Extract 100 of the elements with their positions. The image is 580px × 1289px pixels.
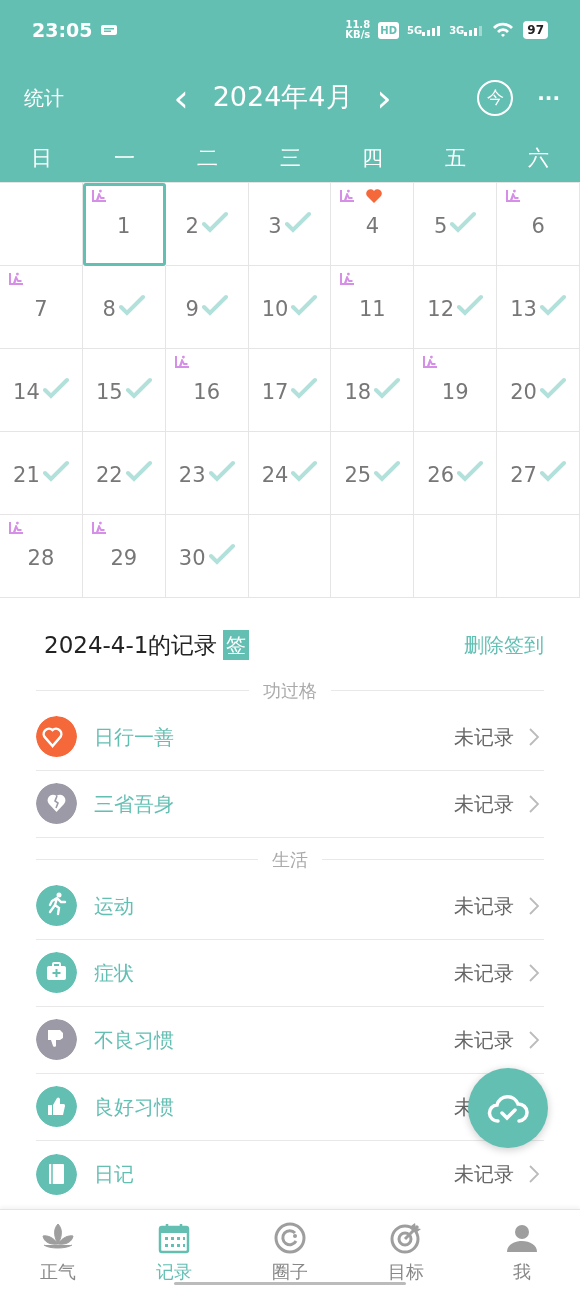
chevron-icon[interactable] (528, 726, 540, 747)
calendar-day[interactable]: 1 (82, 183, 166, 266)
calendar-day[interactable]: 17 (248, 349, 332, 432)
figure-icon (7, 520, 25, 536)
figure-icon (504, 188, 523, 204)
circle-icon (272, 1220, 308, 1256)
row-status: 未记录 (454, 723, 515, 751)
record-title: 2024-4-1的记录 (44, 631, 218, 660)
section-divider-label: 生活 (36, 845, 544, 873)
check-icon (450, 211, 477, 235)
calendar-day[interactable]: 26 (414, 432, 498, 515)
sign-badge: 签 (223, 630, 250, 661)
calendar-day[interactable]: 25 (331, 432, 415, 515)
network-speed-unit: KB/s (345, 30, 371, 40)
check-icon (125, 377, 152, 401)
signal-icon (464, 24, 484, 36)
calendar-day[interactable]: 18 (331, 349, 415, 432)
calendar-day[interactable]: 16 (165, 349, 249, 432)
chevron-icon[interactable] (528, 1164, 540, 1184)
calendar-day[interactable]: 21 (0, 432, 83, 515)
calendar-day[interactable]: 22 (82, 432, 166, 515)
calendar-day[interactable]: 13 (497, 266, 580, 349)
calendar-day[interactable]: 4 (331, 183, 415, 266)
figure-icon (89, 188, 108, 204)
hd-badge: HD (378, 21, 399, 39)
check-icon (291, 460, 318, 484)
nav-tab[interactable]: 圈子 (232, 1210, 348, 1289)
nav-tab[interactable]: 我 (464, 1210, 580, 1289)
calendar-day[interactable]: 9 (165, 266, 249, 349)
row-status: 未记录 (454, 1026, 515, 1054)
row-label: 症状 (94, 959, 134, 987)
calendar-day[interactable]: 7 (0, 266, 83, 349)
calendar-day[interactable]: 15 (82, 349, 166, 432)
network-type: 5G (406, 26, 423, 36)
row-label: 不良习惯 (94, 1026, 174, 1054)
calendar-day[interactable]: 3 (248, 183, 332, 266)
weekday-label: 四 (361, 144, 385, 172)
check-icon (208, 543, 235, 567)
check-icon (291, 377, 318, 401)
calendar-day[interactable]: 24 (248, 432, 332, 515)
nav-tab[interactable]: 目标 (348, 1210, 464, 1289)
calendar-day[interactable]: 2 (165, 183, 249, 266)
row-label: 日行一善 (94, 723, 174, 751)
figure-icon (421, 354, 440, 370)
row-label: 三省吾身 (94, 790, 174, 818)
check-icon (457, 460, 484, 484)
check-icon (374, 460, 401, 484)
check-icon (118, 294, 145, 318)
month-title: 2024年4月 (212, 80, 353, 115)
chevron-icon[interactable] (528, 1029, 540, 1050)
check-icon (208, 460, 235, 484)
check-icon (42, 460, 69, 484)
row-status: 未记录 (454, 790, 515, 818)
figure-icon (172, 354, 191, 370)
weekday-label: 一 (112, 144, 136, 172)
weekday-label: 日 (29, 144, 53, 172)
calendar-day[interactable]: 27 (497, 432, 580, 515)
check-icon (539, 460, 566, 484)
calendar-day[interactable]: 23 (165, 432, 249, 515)
network-type: 3G (449, 26, 465, 36)
calendar-day[interactable]: 28 (0, 515, 83, 598)
check-icon (42, 377, 69, 401)
check-icon (539, 294, 566, 318)
wifi-icon (491, 21, 516, 39)
row-label: 运动 (94, 892, 134, 920)
chevron-icon[interactable] (528, 962, 540, 983)
calendar-day[interactable]: 11 (331, 266, 415, 349)
calendar-day[interactable]: 8 (82, 266, 166, 349)
section-divider-label: 功过格 (36, 676, 544, 704)
calendar-day[interactable]: 20 (497, 349, 580, 432)
chevron-icon[interactable] (528, 793, 540, 814)
row-status: 未记录 (454, 1161, 515, 1188)
check-icon (291, 294, 318, 318)
calendar-day[interactable]: 19 (414, 349, 498, 432)
chevron-icon[interactable] (528, 895, 540, 916)
calendar-day[interactable]: 14 (0, 349, 83, 432)
row-status: 未记录 (454, 959, 515, 987)
calendar-day[interactable]: 30 (165, 515, 249, 598)
network-speed: 11.8 (345, 20, 371, 30)
figure-icon (338, 188, 357, 204)
calendar-day[interactable]: 29 (82, 515, 166, 598)
calendar-day[interactable]: 10 (248, 266, 332, 349)
check-icon (125, 460, 152, 484)
check-icon (457, 294, 484, 318)
row-label: 良好习惯 (94, 1093, 174, 1121)
check-icon (374, 377, 401, 401)
figure-icon (338, 271, 357, 287)
calendar-day[interactable]: 5 (414, 183, 498, 266)
weekday-label: 二 (195, 144, 219, 172)
status-time: 23:05 (32, 17, 93, 43)
calendar-day[interactable]: 12 (414, 266, 498, 349)
signal-icon (422, 24, 442, 36)
check-icon (201, 294, 228, 318)
nav-tab[interactable]: 正气 (0, 1210, 116, 1289)
weekday-label: 六 (527, 144, 551, 172)
battery-level: 97 (523, 21, 548, 39)
calendar-day[interactable]: 6 (497, 183, 580, 266)
check-icon (201, 211, 228, 235)
check-icon (539, 377, 566, 401)
cloud-sync-button[interactable] (468, 1068, 548, 1148)
